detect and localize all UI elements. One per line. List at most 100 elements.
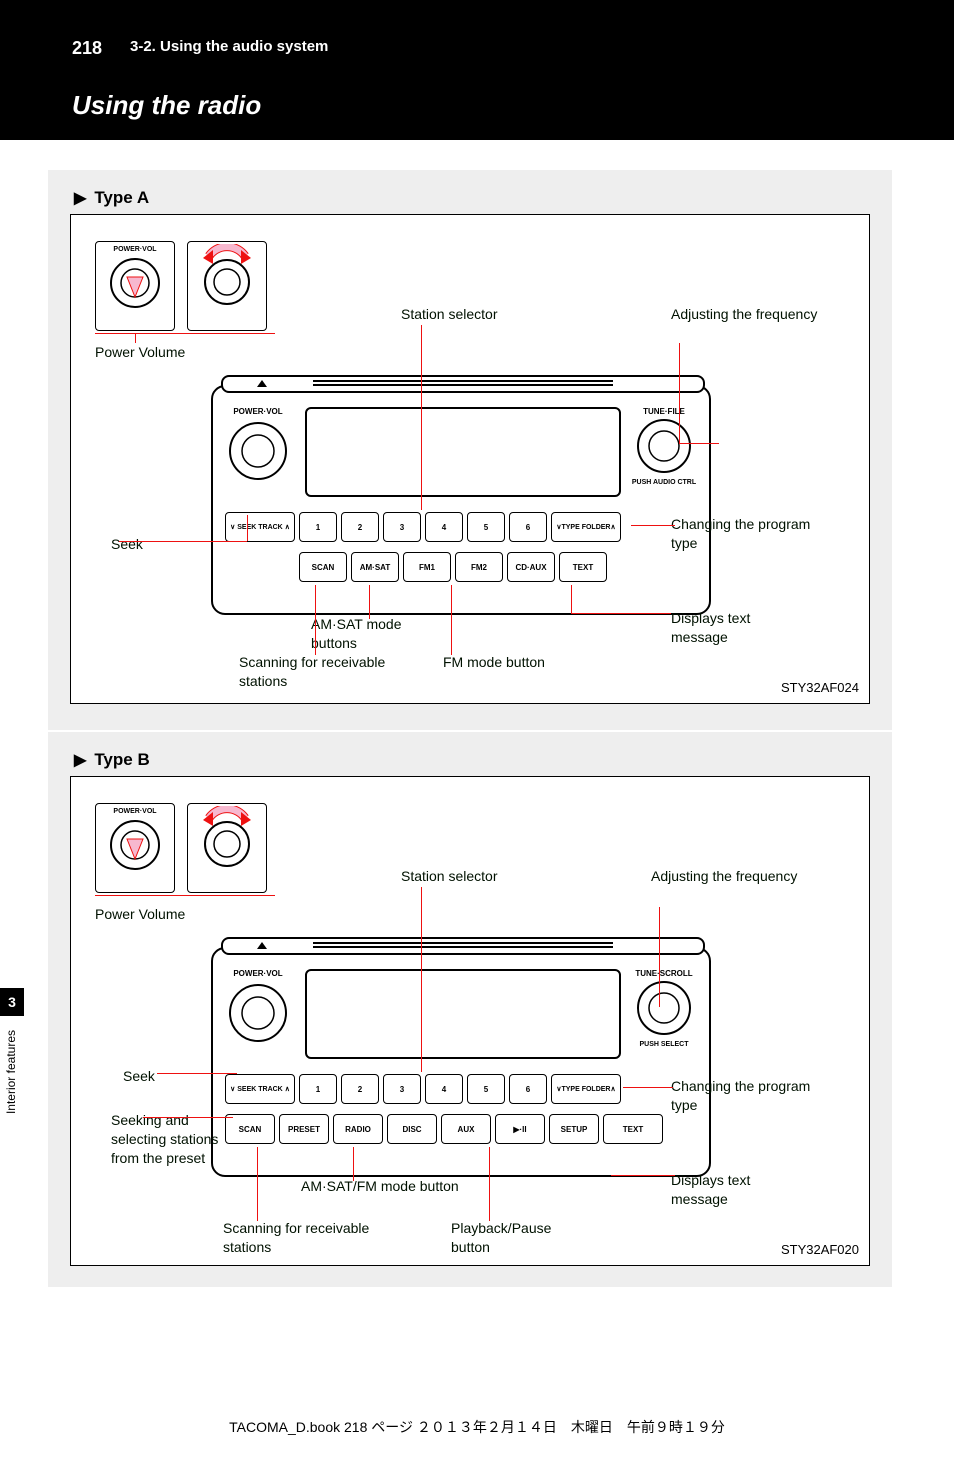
callout-scan: Scanning for receivable stations <box>239 653 409 691</box>
text-button[interactable]: TEXT <box>603 1114 663 1144</box>
knob-icon <box>631 978 697 1036</box>
leader <box>679 443 719 444</box>
callout-adjust: Adjusting the frequency <box>671 305 821 324</box>
power-vol-label: POWER·VOL <box>225 969 291 978</box>
diagram-b: POWER·VOL <box>70 776 870 1266</box>
power-vol-knob[interactable]: POWER·VOL <box>225 407 291 487</box>
tune-label-top: TUNE·FILE <box>631 407 697 416</box>
callout-seek: Seek <box>123 1067 155 1086</box>
knob-vignette-turn <box>187 241 267 331</box>
button-row-2: SCAN PRESET RADIO DISC AUX ▶·II SETUP TE… <box>225 1114 697 1144</box>
display-screen <box>305 407 621 497</box>
preset-3[interactable]: 3 <box>383 512 421 542</box>
preset-5[interactable]: 5 <box>467 1074 505 1104</box>
preset-5[interactable]: 5 <box>467 512 505 542</box>
cd-slot <box>221 937 705 955</box>
leader <box>571 585 572 613</box>
leader <box>143 1117 233 1118</box>
seek-track-button[interactable]: ∨SEEK TRACK∧ <box>225 512 295 542</box>
text-button[interactable]: TEXT <box>559 552 607 582</box>
knob-vignette-power: POWER·VOL <box>95 803 175 893</box>
fm2-button[interactable]: FM2 <box>455 552 503 582</box>
breadcrumb: 3-2. Using the audio system <box>130 38 328 55</box>
header-band: 218 3-2. Using the audio system Using th… <box>0 0 954 140</box>
leader <box>659 907 660 1007</box>
leader <box>95 895 275 896</box>
radio-button[interactable]: RADIO <box>333 1114 383 1144</box>
knob-vignette-power: POWER·VOL <box>95 241 175 331</box>
power-vol-knob[interactable]: POWER·VOL <box>225 969 291 1049</box>
leader <box>421 325 422 510</box>
aux-button[interactable]: AUX <box>441 1114 491 1144</box>
knob-vignette-turn <box>187 803 267 893</box>
preset-mode-button[interactable]: PRESET <box>279 1114 329 1144</box>
knob-push-icon <box>107 255 163 311</box>
knob-push-icon <box>107 817 163 873</box>
diagram-a: POWER·VOL <box>70 214 870 704</box>
eject-icon <box>257 942 267 949</box>
button-row-2: SCAN AM·SAT FM1 FM2 CD·AUX TEXT <box>225 552 697 582</box>
leader <box>257 1147 258 1221</box>
tune-knob[interactable]: TUNE·FILE PUSH AUDIO CTRL <box>631 407 697 486</box>
disc-button[interactable]: DISC <box>387 1114 437 1144</box>
callout-radio-mode: AM·SAT/FM mode button <box>301 1177 461 1196</box>
knob-label: POWER·VOL <box>96 808 174 815</box>
scan-button[interactable]: SCAN <box>299 552 347 582</box>
section-label: Type B <box>94 750 149 770</box>
callout-scan: Scanning for receivable stations <box>223 1219 393 1257</box>
leader <box>679 343 680 443</box>
head-unit-a: POWER·VOL TUNE·FILE PUSH AUDIO CTRL ∨SEE… <box>211 385 711 615</box>
preset-1[interactable]: 1 <box>299 512 337 542</box>
callout-seek: Seek <box>111 535 143 554</box>
callout-preset: Station selector <box>401 305 498 324</box>
section-heading-a: ▶ Type A <box>48 170 892 214</box>
side-chapter-tab: 3 <box>0 988 24 1016</box>
knob-label: POWER·VOL <box>96 246 174 253</box>
leader <box>421 887 422 1072</box>
preset-1[interactable]: 1 <box>299 1074 337 1104</box>
setup-button[interactable]: SETUP <box>549 1114 599 1144</box>
display-screen <box>305 969 621 1059</box>
scan-button[interactable]: SCAN <box>225 1114 275 1144</box>
leader <box>135 333 136 343</box>
panel-type-a: ▶ Type A POWER·VOL <box>48 170 892 730</box>
fm1-button[interactable]: FM1 <box>403 552 451 582</box>
panel-type-b: ▶ Type B POWER·VOL <box>48 732 892 1287</box>
knob-icon <box>631 416 697 474</box>
leader <box>157 1073 237 1074</box>
preset-6[interactable]: 6 <box>509 1074 547 1104</box>
knob-turn-icon <box>199 244 255 314</box>
cd-slot-bars <box>313 942 613 944</box>
preset-2[interactable]: 2 <box>341 1074 379 1104</box>
leader <box>95 333 275 334</box>
leader <box>369 585 370 619</box>
leader <box>315 585 316 655</box>
callout-power: Power Volume <box>95 905 185 924</box>
head-unit-b: POWER·VOL TUNE·SCROLL PUSH SELECT ∨SEEK … <box>211 947 711 1177</box>
section-arrow-icon: ▶ <box>74 750 86 770</box>
preset-3[interactable]: 3 <box>383 1074 421 1104</box>
seek-track-button[interactable]: ∨SEEK TRACK∧ <box>225 1074 295 1104</box>
leader <box>353 1147 354 1181</box>
preset-4[interactable]: 4 <box>425 512 463 542</box>
callout-text: Displays text message <box>671 609 811 647</box>
tune-scroll-knob[interactable]: TUNE·SCROLL PUSH SELECT <box>631 969 697 1048</box>
type-folder-button[interactable]: ∨TYPE FOLDER∧ <box>551 1074 621 1104</box>
leader <box>247 515 248 541</box>
preset-6[interactable]: 6 <box>509 512 547 542</box>
am-sat-button[interactable]: AM·SAT <box>351 552 399 582</box>
knob-icon <box>225 416 291 482</box>
knob-turn-icon <box>199 806 255 876</box>
page-footer: TACOMA_D.book 218 ページ ２０１３年２月１４日 木曜日 午前９… <box>0 1417 954 1437</box>
side-chapter-label: Interior features <box>4 1030 22 1114</box>
preset-4[interactable]: 4 <box>425 1074 463 1104</box>
preset-2[interactable]: 2 <box>341 512 379 542</box>
tune-label-top: TUNE·SCROLL <box>631 969 697 978</box>
leader <box>611 1175 675 1176</box>
panel-image-id: STY32AF024 <box>781 680 859 695</box>
type-folder-button[interactable]: ∨TYPE FOLDER∧ <box>551 512 621 542</box>
callout-playback: Playback/Pause button <box>451 1219 591 1257</box>
play-pause-button[interactable]: ▶·II <box>495 1114 545 1144</box>
cd-aux-button[interactable]: CD·AUX <box>507 552 555 582</box>
button-row-1: ∨SEEK TRACK∧ 1 2 3 4 5 6 ∨TYPE FOLDER∧ <box>225 512 697 542</box>
